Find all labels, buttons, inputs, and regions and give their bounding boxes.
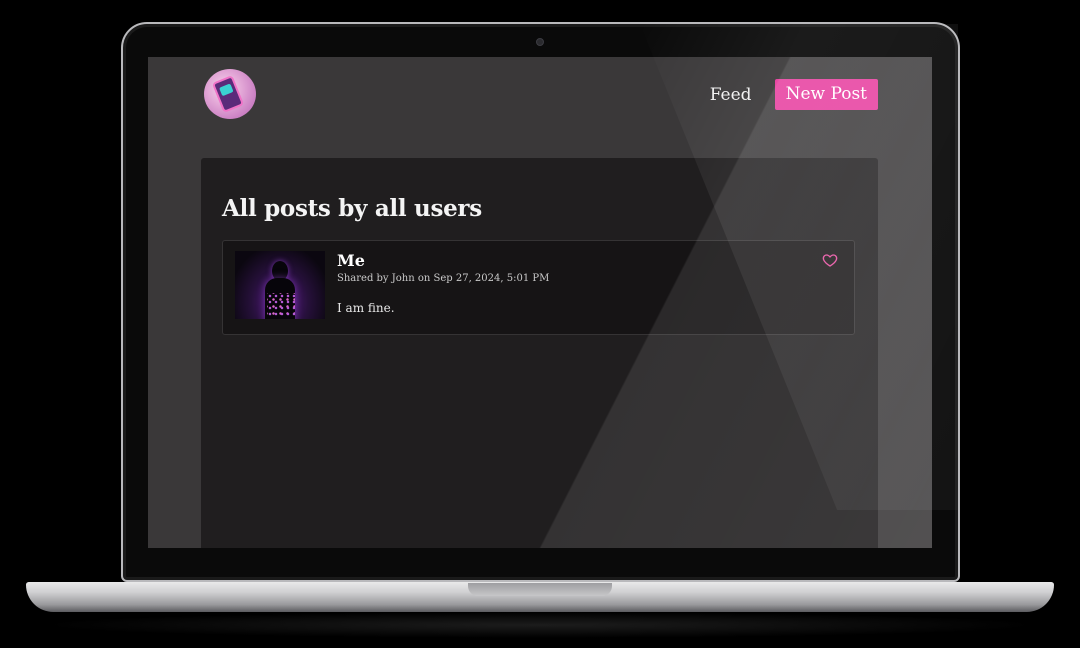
post-card[interactable]: Me Shared by John on Sep 27, 2024, 5:01 … — [222, 240, 855, 335]
post-body: I am fine. — [337, 301, 395, 315]
laptop-shadow — [40, 612, 1040, 638]
nav-feed-link[interactable]: Feed — [710, 85, 752, 105]
heart-icon[interactable] — [822, 252, 838, 268]
new-post-button[interactable]: New Post — [774, 79, 878, 110]
phone-logo-icon — [211, 75, 245, 113]
sparkle-effect — [267, 293, 295, 317]
posts-panel: All posts by all users Me Shared by John… — [201, 158, 878, 548]
post-meta: Shared by John on Sep 27, 2024, 5:01 PM — [337, 273, 550, 284]
post-title: Me — [337, 251, 365, 270]
browser-viewport: Feed New Post All posts by all users Me … — [148, 57, 932, 548]
webcam-icon — [536, 38, 544, 46]
app-logo[interactable] — [204, 69, 256, 119]
laptop-notch — [468, 583, 612, 596]
top-nav: Feed New Post — [710, 79, 878, 110]
post-thumbnail — [235, 251, 325, 319]
page-title: All posts by all users — [222, 195, 482, 222]
